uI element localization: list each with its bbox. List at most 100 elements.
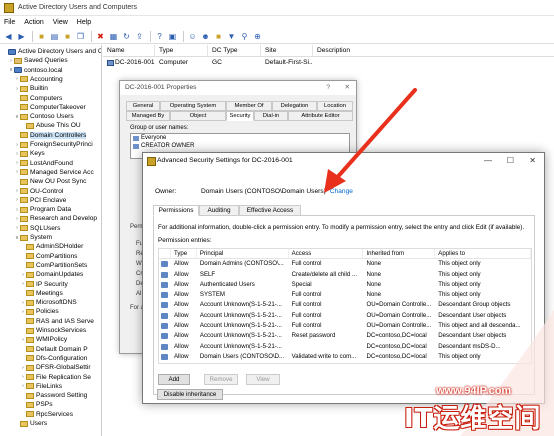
tree-item[interactable]: › ForeignSecurityPrinci (14, 140, 93, 149)
tree-item[interactable]: RpcServices (20, 410, 73, 419)
tree-item[interactable]: › FileLinks (20, 382, 62, 391)
tree-item[interactable]: v System (14, 233, 52, 242)
tree-item[interactable]: Users (14, 419, 47, 428)
column-access[interactable]: Access (289, 249, 364, 259)
close-button[interactable]: ✕ (529, 153, 536, 168)
tree-item[interactable]: v contoso.local (8, 66, 63, 75)
column-name[interactable]: Name (103, 45, 155, 56)
tree-item[interactable]: › OU-Control (14, 187, 63, 196)
folder-icon (20, 420, 28, 427)
minimize-button[interactable]: — (484, 153, 492, 168)
tree-item[interactable]: Meetings (20, 289, 63, 298)
table-row[interactable]: Allow SYSTEM Full control None This object o… (159, 290, 531, 300)
tree-item[interactable]: › SQLUsers (14, 224, 60, 233)
tab-general[interactable]: General (126, 101, 160, 111)
tree-item[interactable]: ComPartitionSets (20, 261, 87, 270)
tree-item[interactable]: › DFSR-GlobalSettir (20, 363, 90, 372)
tab-operating-system[interactable]: Operating System (160, 101, 226, 111)
filter-icon[interactable]: ▼ (226, 31, 237, 42)
tree-item[interactable]: Password Setting (20, 391, 87, 400)
table-row[interactable]: Allow SELF Create/delete all child ... None… (159, 270, 531, 280)
maximize-button[interactable]: ☐ (507, 153, 514, 168)
up-folder-icon[interactable]: ■ (36, 31, 47, 42)
forward-icon[interactable]: ▶ (16, 31, 27, 42)
principal-cell: Account Unknown(S-1-5-21-... (199, 301, 282, 309)
tree-item[interactable]: › LostAndFound (14, 159, 73, 168)
show-tree-icon[interactable]: ▤ (49, 31, 60, 42)
column-inherited-from[interactable]: Inherited from (363, 249, 436, 259)
tree-item[interactable]: › MicrosoftDNS (20, 298, 77, 307)
tab-member-of[interactable]: Member Of (226, 101, 272, 111)
tree-item[interactable]: Computers (14, 94, 62, 103)
copy-icon[interactable]: ❐ (75, 31, 86, 42)
tree-item[interactable]: ComputerTakeover (14, 103, 86, 112)
console-tree[interactable]: Active Directory Users and Co › Saved Quer… (0, 45, 102, 436)
tree-item[interactable]: Active Directory Users and Co (2, 47, 101, 56)
help-icon[interactable]: ? (154, 31, 165, 42)
tree-item[interactable]: › Program Data (14, 205, 71, 214)
tree-item[interactable]: › Managed Service Acc (14, 168, 94, 177)
column-applies-to[interactable]: Applies to (435, 249, 531, 259)
column-type[interactable]: Type (171, 249, 197, 259)
tree-item[interactable]: Default Domain P (20, 345, 88, 354)
tree-item[interactable]: RAS and IAS Serve (20, 317, 94, 326)
tree-item[interactable]: › IP Security (20, 280, 68, 289)
tree-item[interactable]: › Accounting (14, 75, 62, 84)
view-button[interactable]: View (246, 374, 280, 385)
new-user-icon[interactable]: ☺ (187, 31, 198, 42)
folder-icon[interactable]: ■ (62, 31, 73, 42)
tree-item[interactable]: › WMIPolicy (20, 335, 67, 344)
tree-item[interactable]: › Research and Develop (14, 214, 97, 223)
tab-object[interactable]: Object (170, 111, 226, 121)
tree-item[interactable]: Domain Controllers (14, 131, 87, 140)
new-ou-icon[interactable]: ■ (213, 31, 224, 42)
remove-button[interactable]: Remove (204, 374, 238, 385)
table-row[interactable]: Allow Authenticated Users Special None This … (159, 280, 531, 290)
properties-icon[interactable]: ▦ (108, 31, 119, 42)
tree-item[interactable]: › File Replication Se (20, 373, 91, 382)
column-type[interactable]: Type (155, 45, 208, 56)
tree-item[interactable]: Abuse This OU (20, 121, 81, 130)
back-icon[interactable]: ◀ (3, 31, 14, 42)
tree-item[interactable]: ComPartitions (20, 252, 77, 261)
tab-managed-by[interactable]: Managed By (126, 111, 170, 121)
column-dc-type[interactable]: DC Type (208, 45, 261, 56)
tree-item[interactable]: WinsockServices (20, 326, 86, 335)
console-icon[interactable]: ▣ (167, 31, 178, 42)
column-principal[interactable]: Principal (197, 249, 289, 259)
column-site[interactable]: Site (261, 45, 313, 56)
tab-security[interactable]: Security (226, 111, 254, 121)
table-row[interactable]: DC-2016-001 Computer GC Default-First-Si… (103, 58, 554, 68)
menu-action[interactable]: Action (24, 19, 43, 26)
tree-item[interactable]: › Keys (14, 149, 45, 158)
add-to-group-icon[interactable]: ⊕ (252, 31, 263, 42)
tree-item[interactable]: New OU Post Sync (14, 177, 86, 186)
tree-item[interactable]: PSPs (20, 400, 53, 409)
tab-dial-in[interactable]: Dial-in (254, 111, 288, 121)
table-row[interactable]: Allow Domain Admins (CONTOSO\... Full cont… (159, 259, 531, 269)
tree-item[interactable]: v Contoso Users (14, 112, 74, 121)
export-icon[interactable]: ⇪ (134, 31, 145, 42)
new-group-icon[interactable]: ☻ (200, 31, 211, 42)
list-item[interactable]: CREATOR OWNER (131, 142, 349, 150)
tree-item[interactable]: › PCI Enclave (14, 196, 66, 205)
tab-delegation[interactable]: Delegation (272, 101, 317, 111)
column-description[interactable]: Description (313, 45, 554, 56)
tree-item[interactable]: AdminSDHolder (20, 242, 83, 251)
menu-file[interactable]: File (4, 19, 15, 26)
list-item[interactable]: Everyone (131, 134, 349, 142)
folder-icon (26, 308, 34, 315)
delete-icon[interactable]: ✖ (95, 31, 106, 42)
refresh-icon[interactable]: ↻ (121, 31, 132, 42)
menu-view[interactable]: View (53, 19, 68, 26)
add-button[interactable]: Add (158, 374, 190, 385)
tree-item[interactable]: › Builtin (14, 84, 48, 93)
tree-item[interactable]: Dfs-Configuration (20, 354, 87, 363)
find-icon[interactable]: ⚲ (239, 31, 250, 42)
tab-permissions[interactable]: Permissions (153, 205, 199, 216)
menu-help[interactable]: Help (77, 19, 91, 26)
tree-item[interactable]: › DomainUpdates (20, 270, 83, 279)
disable-inheritance-button[interactable]: Disable inheritance (157, 389, 223, 400)
tree-item[interactable]: › Policies (20, 307, 59, 316)
tree-item[interactable]: › Saved Queries (8, 56, 67, 65)
